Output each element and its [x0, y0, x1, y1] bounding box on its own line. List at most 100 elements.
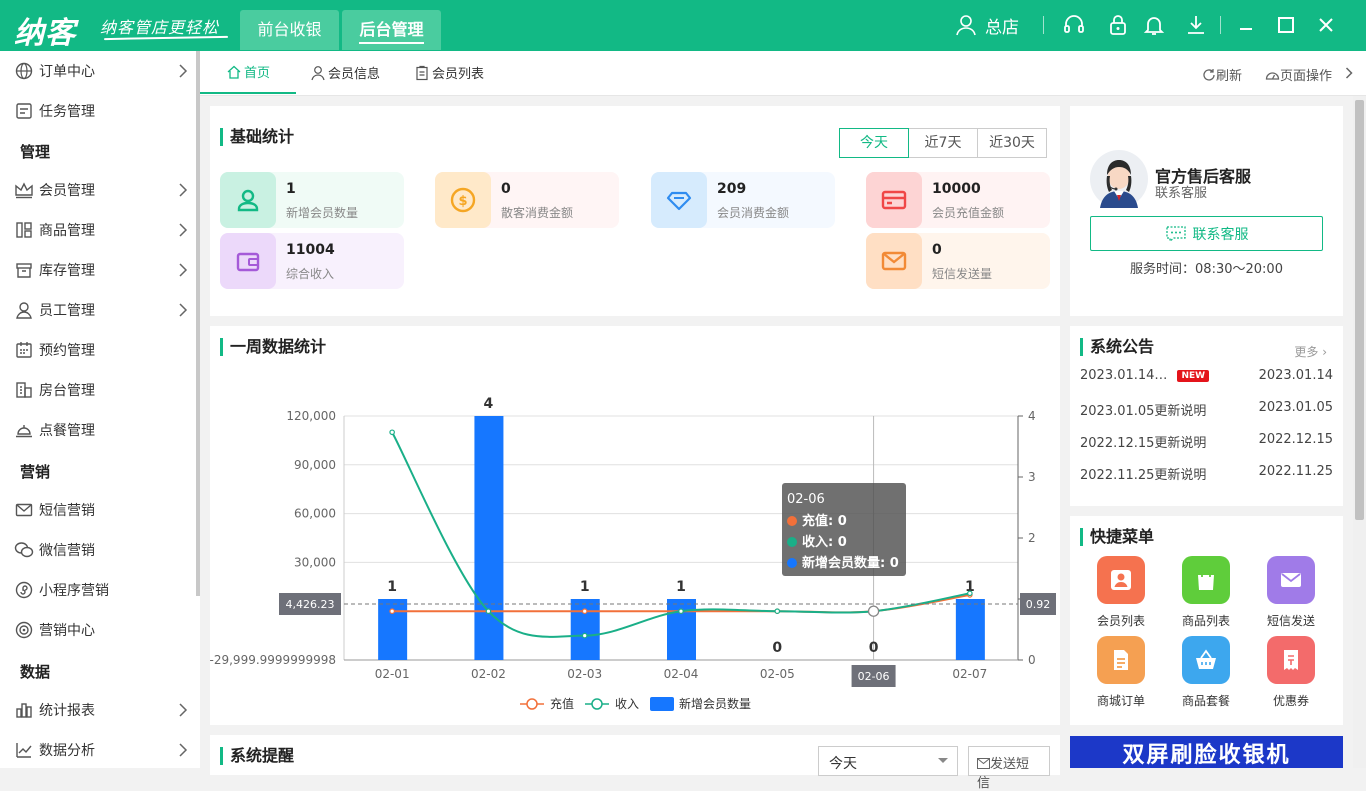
- sidebar-item-label: 预约管理: [39, 340, 95, 360]
- stat-member-spend[interactable]: 209 会员消费金额: [651, 172, 835, 228]
- sidebar-item-label: 短信营销: [39, 500, 95, 520]
- y-right-tick-label: 2: [1028, 531, 1036, 545]
- sidebar-item-ordering[interactable]: 点餐管理: [0, 410, 196, 450]
- sidebar-group-manage: 管理: [20, 141, 50, 162]
- tab-member-info[interactable]: 会员信息: [310, 51, 380, 94]
- bar-data-label: 1: [676, 579, 686, 595]
- tab-member-list[interactable]: 会员列表: [414, 51, 484, 94]
- sidebar-item-reports[interactable]: 统计报表: [0, 690, 196, 730]
- sidebar-item-miniapp[interactable]: 小程序营销: [0, 570, 196, 610]
- basic-stats-title: 基础统计: [220, 128, 294, 146]
- data-point: [583, 609, 587, 613]
- range-30days[interactable]: 近30天: [977, 128, 1047, 158]
- bar: [956, 599, 985, 660]
- reminder-range-select[interactable]: 今天: [818, 746, 958, 776]
- refresh-button[interactable]: 刷新: [1202, 65, 1242, 84]
- sidebar-item-goods[interactable]: 商品管理: [0, 210, 196, 250]
- sidebar-item-sms[interactable]: 短信营销: [0, 490, 196, 530]
- sidebar-item-booking[interactable]: 预约管理: [0, 330, 196, 370]
- stat-sms-sent[interactable]: 0 短信发送量: [866, 233, 1050, 289]
- chevron-right-icon: [178, 223, 188, 237]
- stat-label: 会员消费金额: [717, 204, 789, 221]
- maximize-icon[interactable]: [1274, 13, 1298, 37]
- notice-item-title: 2022.12.15更新说明: [1080, 432, 1206, 451]
- notice-item-date: 2022.12.15: [1259, 432, 1333, 451]
- bell-icon[interactable]: [1142, 13, 1166, 37]
- quick-member-list[interactable]: 会员列表: [1081, 556, 1161, 629]
- sidebar-item-members[interactable]: 会员管理: [0, 170, 196, 210]
- stat-member-recharge[interactable]: 10000 会员充值金额: [866, 172, 1050, 228]
- clipboard-icon: [414, 65, 430, 81]
- stat-value: 209: [717, 181, 746, 197]
- tooltip-row: 充值: 0: [802, 513, 847, 529]
- user-icon: [14, 300, 34, 320]
- lock-icon[interactable]: [1106, 13, 1130, 37]
- x-tick-label: 02-01: [375, 667, 410, 681]
- y-left-tick-label: 30,000: [294, 555, 336, 569]
- tooltip-date: 02-06: [787, 492, 825, 507]
- y-left-tick-label: -29,999.9999999998: [210, 653, 336, 667]
- quick-sms-send[interactable]: 短信发送: [1251, 556, 1331, 629]
- quick-coupon[interactable]: 优惠券: [1251, 636, 1331, 709]
- sidebar-item-wechat[interactable]: 微信营销: [0, 530, 196, 570]
- notice-item[interactable]: 2023.01.05更新说明 2023.01.05: [1080, 400, 1333, 419]
- pointer-left-label: 4,426.23: [286, 598, 335, 611]
- calendar-icon: [14, 340, 34, 360]
- shop-switcher[interactable]: 总店: [955, 13, 1019, 37]
- close-icon[interactable]: [1314, 13, 1338, 37]
- notice-more-link[interactable]: 更多 ›: [1294, 343, 1327, 360]
- main-scrollbar[interactable]: [1353, 96, 1366, 768]
- shop-name: 总店: [985, 13, 1019, 38]
- week-stats-card: 一周数据统计 120,00090,00060,00030,000-29,999.…: [210, 326, 1060, 725]
- pointer-x-label: 02-06: [858, 670, 890, 683]
- sidebar-item-tasks[interactable]: 任务管理: [0, 91, 196, 131]
- page-ops-button[interactable]: 页面操作: [1265, 65, 1332, 84]
- quick-mall-orders[interactable]: 商城订单: [1081, 636, 1161, 709]
- scrollbar-thumb[interactable]: [1355, 100, 1364, 520]
- tab-home[interactable]: 首页: [200, 51, 296, 94]
- top-bar: 纳客 纳客管店更轻松 前台收银 后台管理 总店: [0, 0, 1366, 51]
- reminder-title: 系统提醒: [220, 747, 294, 765]
- range-today[interactable]: 今天: [839, 128, 909, 158]
- x-tick-label: 02-02: [471, 667, 506, 681]
- stat-label: 短信发送量: [932, 265, 992, 282]
- sidebar-item-inventory[interactable]: 库存管理: [0, 250, 196, 290]
- bar-data-label: 0: [772, 640, 782, 656]
- chevron-right-icon: [178, 64, 188, 78]
- headset-icon[interactable]: [1062, 13, 1086, 37]
- minimize-icon[interactable]: [1234, 13, 1258, 37]
- sidebar-item-analysis[interactable]: 数据分析: [0, 730, 196, 768]
- stat-value: 0: [501, 181, 511, 197]
- tab-back-management[interactable]: 后台管理: [342, 10, 441, 50]
- shopping-bag-icon: [1182, 556, 1230, 604]
- stat-new-members[interactable]: 1 新增会员数量: [220, 172, 404, 228]
- service-hours: 服务时间：08:30～20:00: [1070, 258, 1343, 277]
- sidebar-item-orders[interactable]: 订单中心: [0, 51, 196, 91]
- week-chart[interactable]: 120,00090,00060,00030,000-29,999.9999999…: [210, 326, 1060, 725]
- send-sms-button[interactable]: 发送短信: [968, 746, 1050, 776]
- download-icon[interactable]: [1184, 13, 1208, 37]
- sidebar-scrollbar[interactable]: [196, 51, 200, 596]
- sidebar-item-marketing-center[interactable]: 营销中心: [0, 610, 196, 650]
- sidebar-item-rooms[interactable]: 房台管理: [0, 370, 196, 410]
- stat-total-income[interactable]: 11004 综合收入: [220, 233, 404, 289]
- mail-icon: [977, 758, 990, 769]
- contact-service-button[interactable]: 联系客服: [1090, 216, 1323, 251]
- quick-goods-list[interactable]: 商品列表: [1166, 556, 1246, 629]
- notice-item[interactable]: 2022.12.15更新说明 2022.12.15: [1080, 432, 1333, 451]
- service-sub: 联系客服: [1155, 182, 1207, 201]
- sidebar-item-staff[interactable]: 员工管理: [0, 290, 196, 330]
- range-7days[interactable]: 近7天: [908, 128, 978, 158]
- tab-front-cashier[interactable]: 前台收银: [240, 10, 339, 50]
- stat-guest-spend[interactable]: $ 0 散客消费金额: [435, 172, 619, 228]
- bar: [378, 599, 407, 660]
- quick-goods-package[interactable]: 商品套餐: [1166, 636, 1246, 709]
- basket-icon: [1182, 636, 1230, 684]
- stat-value: 0: [932, 242, 942, 258]
- range-selector: 今天 近7天 近30天: [840, 128, 1047, 158]
- notice-item[interactable]: 2023.01.14…NEW 2023.01.14: [1080, 368, 1333, 383]
- promo-banner[interactable]: 双屏刷脸收银机: [1070, 736, 1343, 768]
- chevron-right-icon[interactable]: [1345, 67, 1353, 79]
- notice-item[interactable]: 2022.11.25更新说明 2022.11.25: [1080, 464, 1333, 483]
- quick-label: 短信发送: [1251, 612, 1331, 629]
